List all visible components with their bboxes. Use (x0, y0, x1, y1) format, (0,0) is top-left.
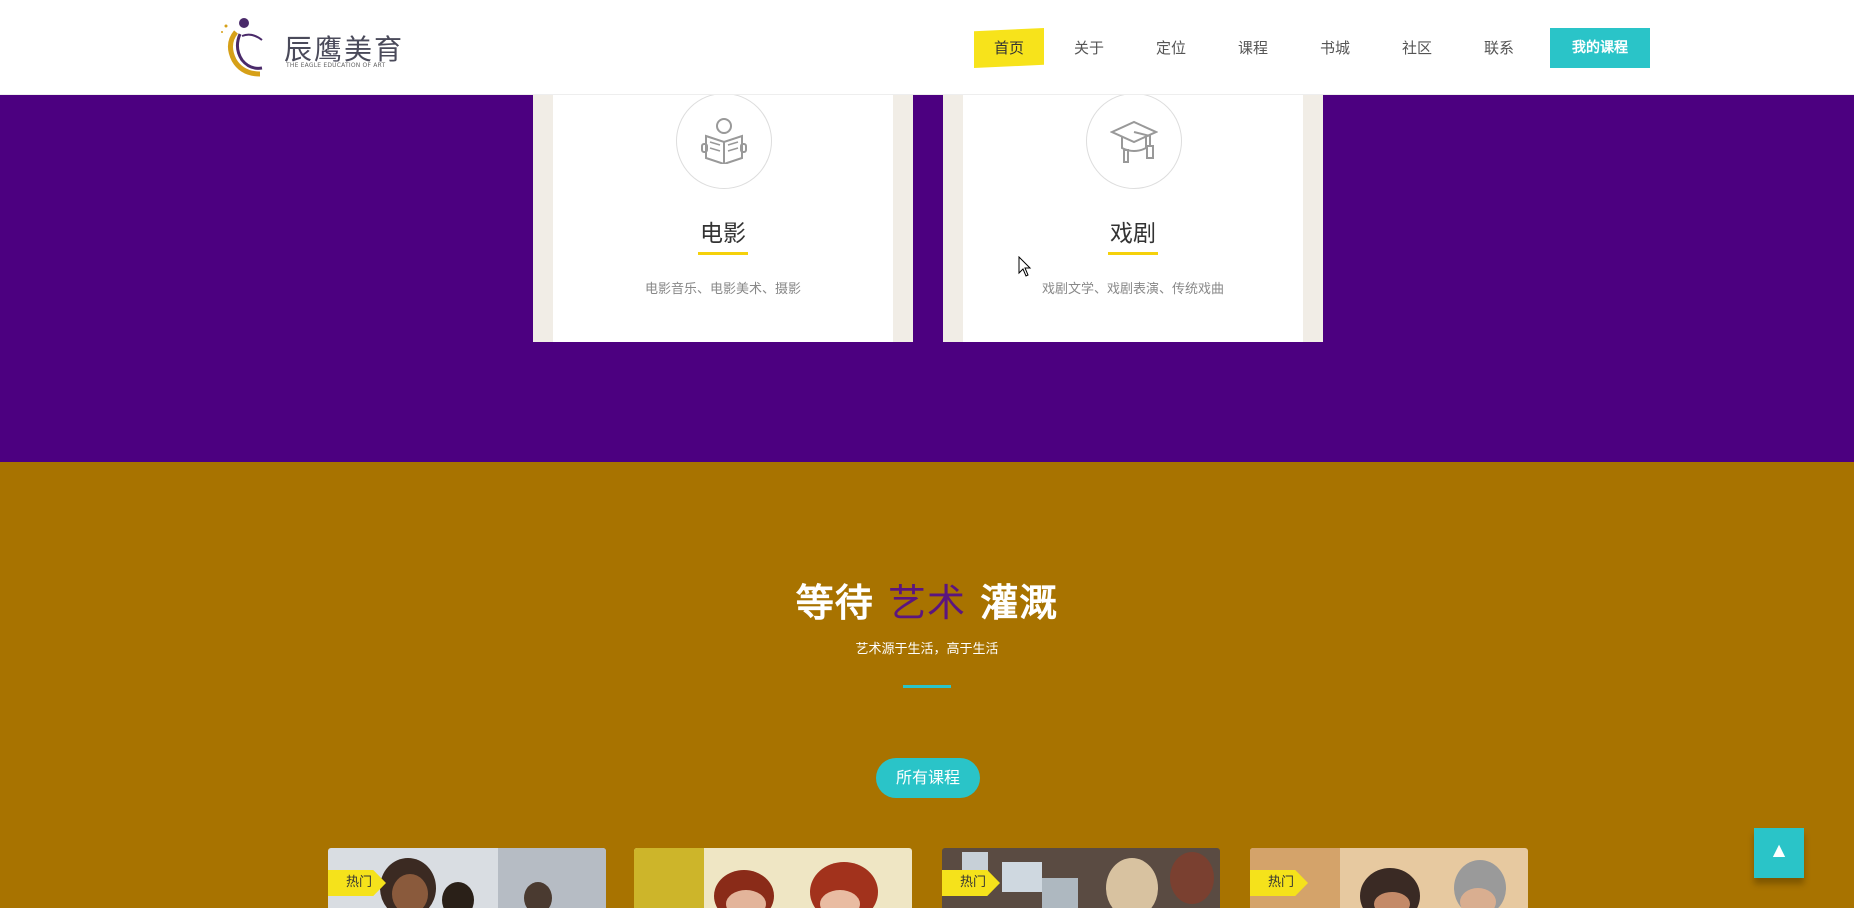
nav-item-home[interactable]: 首页 (974, 28, 1045, 68)
course-card[interactable]: 热门 (942, 848, 1220, 908)
nav-item-bookstore[interactable]: 书城 (1320, 28, 1350, 68)
category-card-drama[interactable]: 戏剧 戏剧文学、戏剧表演、传统戏曲 (943, 93, 1323, 342)
reading-book-icon (676, 93, 772, 189)
my-courses-button[interactable]: 我的课程 (1550, 28, 1650, 68)
heading-underline (903, 685, 951, 688)
site-header: 辰鹰美育 THE EAGLE EDUCATION OF ART 首页 关于 定位… (0, 0, 1854, 95)
category-title: 电影 (700, 221, 746, 247)
nav-item-about[interactable]: 关于 (1074, 28, 1104, 68)
category-description: 戏剧文学、戏剧表演、传统戏曲 (1041, 282, 1224, 297)
nav-item-contact[interactable]: 联系 (1484, 28, 1514, 68)
all-courses-button[interactable]: 所有课程 (876, 758, 980, 798)
back-to-top-button[interactable]: ▲ (1754, 828, 1804, 878)
section-heading: 等待 艺术 灌溉 (0, 572, 1854, 627)
nav-item-community[interactable]: 社区 (1402, 28, 1432, 68)
category-section (0, 94, 1854, 462)
category-card-body: 电影 电影音乐、电影美术、摄影 (553, 93, 893, 342)
chevron-up-icon: ▲ (1772, 840, 1786, 859)
heading-part-2: 灌溉 (980, 581, 1059, 625)
category-card-film[interactable]: 电影 电影音乐、电影美术、摄影 (533, 93, 913, 342)
category-card-body: 戏剧 戏剧文学、戏剧表演、传统戏曲 (963, 93, 1303, 342)
heading-part-1: 等待 (795, 581, 874, 625)
category-description: 电影音乐、电影美术、摄影 (644, 282, 801, 297)
section-subheading: 艺术源于生活，高于生活 (855, 642, 999, 657)
course-photo (634, 848, 912, 908)
title-underline (1108, 252, 1158, 255)
heading-accent: 艺术 (887, 581, 966, 625)
course-card[interactable] (634, 848, 912, 908)
site-logo[interactable]: 辰鹰美育 THE EAGLE EDUCATION OF ART (218, 14, 402, 80)
nav-item-courses[interactable]: 课程 (1238, 28, 1268, 68)
category-title: 戏剧 (1110, 221, 1156, 247)
graduation-cap-icon (1086, 93, 1182, 189)
title-underline (698, 252, 748, 255)
course-card[interactable]: 热门 (1250, 848, 1528, 908)
logo-english-text: THE EAGLE EDUCATION OF ART (286, 62, 386, 69)
nav-item-positioning[interactable]: 定位 (1156, 28, 1186, 68)
eagle-logo-icon (221, 18, 263, 77)
course-card[interactable]: 热门 (328, 848, 606, 908)
mouse-cursor-icon (1018, 256, 1032, 277)
